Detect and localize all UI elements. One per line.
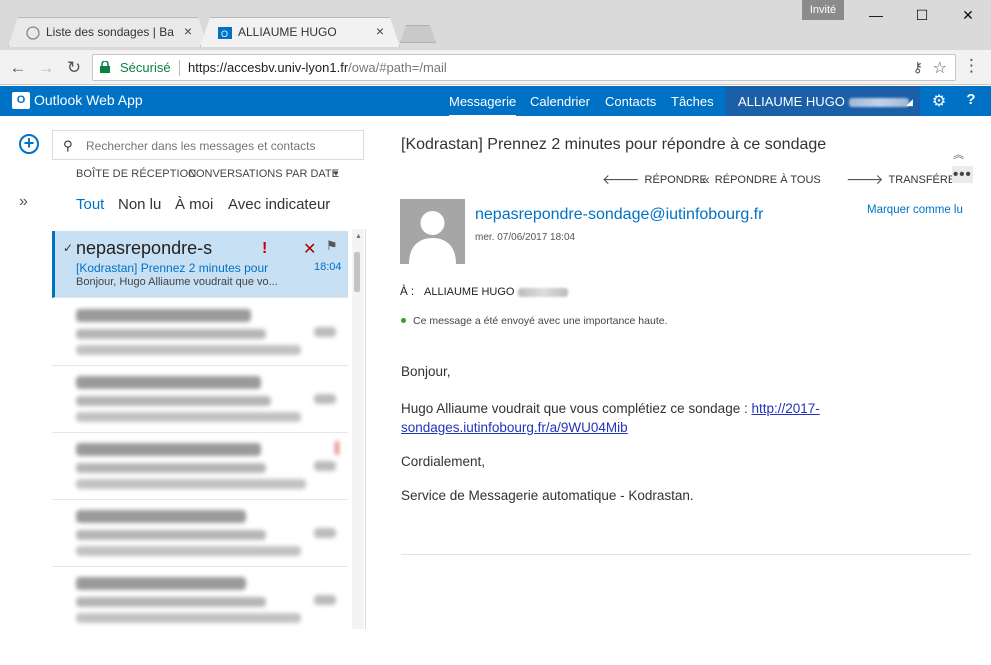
nav-calendar[interactable]: Calendrier [530, 94, 590, 109]
caret-icon: ◢ [906, 97, 913, 107]
app-name: Outlook Web App [34, 92, 143, 108]
reload-button[interactable]: ↻ [62, 56, 86, 80]
importance-dot-icon [401, 318, 406, 323]
body-regards: Cordialement, [401, 454, 486, 469]
list-item[interactable] [52, 500, 348, 567]
reply-button[interactable]: 🡐 RÉPONDRE [602, 171, 707, 188]
item-preview: Bonjour, Hugo Alliaume voudrait que vo..… [76, 276, 278, 288]
mark-read-link[interactable]: Marquer comme lu [867, 204, 963, 216]
menu-icon[interactable]: ⋮ [963, 56, 980, 76]
sender-email[interactable]: nepasrepondre-sondage@iutinfobourg.fr [475, 206, 763, 224]
browser-toolbar: ← → ↻ Sécurisé https://accesbv.univ-lyon… [0, 50, 991, 85]
close-tab-icon[interactable]: × [376, 23, 384, 39]
new-tab-button[interactable] [400, 25, 436, 43]
filter-to-me[interactable]: À moi [175, 196, 213, 213]
scroll-up-icon[interactable]: ▲ [355, 233, 362, 240]
message-list: ✓ nepasrepondre-s ! ✕ ⚑ [Kodrastan] Pren… [52, 229, 366, 629]
chevron-down-icon[interactable]: ▼ [332, 169, 340, 178]
message-subject: [Kodrastan] Prennez 2 minutes pour répon… [401, 136, 827, 153]
list-item[interactable] [52, 567, 348, 629]
sent-date: mer. 07/06/2017 18:04 [475, 232, 576, 243]
nav-contacts[interactable]: Contacts [605, 94, 656, 109]
forward-icon: 🡒 [846, 171, 884, 187]
delete-icon[interactable]: ✕ [303, 239, 316, 259]
tab-title: ALLIAUME HUGO [238, 25, 337, 39]
flag-icon[interactable]: ⚑ [326, 238, 338, 254]
minimize-button[interactable]: — [853, 0, 899, 30]
body-paragraph: Hugo Alliaume voudrait que vous compléti… [401, 401, 820, 435]
folder-label: BOÎTE DE RÉCEPTION [76, 168, 197, 180]
list-item[interactable] [52, 366, 348, 433]
more-actions-button[interactable]: ••• [952, 166, 973, 183]
search-input[interactable] [86, 139, 356, 153]
owa-header: O Outlook Web App Messagerie Calendrier … [0, 86, 991, 118]
reply-icon: 🡐 [602, 171, 640, 187]
scroll-thumb[interactable] [354, 252, 360, 292]
divider [179, 60, 180, 76]
reply-all-icon: « [702, 171, 710, 187]
outlook-logo-icon: O [12, 92, 30, 109]
nav-tasks[interactable]: Tâches [671, 94, 714, 109]
url-text[interactable]: https://accesbv.univ-lyon1.fr/owa/#path=… [188, 60, 447, 75]
collapse-header-icon[interactable]: ︽ [953, 146, 964, 162]
key-icon[interactable]: ⚷ [913, 59, 923, 76]
guest-profile-badge[interactable]: Invité [802, 0, 844, 20]
browser-tab-surveys[interactable]: Liste des sondages | Back × [8, 17, 208, 47]
outlook-icon: O [218, 27, 232, 39]
body-greeting: Bonjour, [401, 364, 451, 379]
help-icon[interactable]: ? [958, 91, 984, 108]
forward-button[interactable]: → [34, 56, 58, 80]
filter-unread[interactable]: Non lu [118, 196, 161, 213]
item-sender: nepasrepondre-s [76, 238, 213, 258]
list-item[interactable] [52, 299, 348, 366]
body-signature: Service de Messagerie automatique - Kodr… [401, 488, 694, 503]
lock-icon [100, 61, 110, 73]
search-box[interactable]: ⚲ [52, 130, 364, 160]
globe-icon [26, 26, 40, 40]
search-icon: ⚲ [63, 138, 73, 153]
divider [401, 554, 971, 555]
importance-note: Ce message a été envoyé avec une importa… [413, 315, 668, 327]
list-item[interactable] [52, 433, 348, 500]
user-name: ALLIAUME HUGO [738, 94, 909, 109]
close-tab-icon[interactable]: × [184, 23, 192, 39]
importance-icon: ! [262, 240, 268, 257]
person-icon [409, 211, 456, 264]
close-window-button[interactable]: ✕ [945, 0, 991, 30]
forward-button[interactable]: 🡒 TRANSFÉRER [846, 171, 963, 188]
reply-all-button[interactable]: «RÉPONDRE À TOUS [702, 171, 821, 187]
browser-tab-outlook[interactable]: O ALLIAUME HUGO × [200, 17, 400, 47]
recipient[interactable]: ALLIAUME HUGO [424, 286, 569, 298]
item-time: 18:04 [314, 261, 342, 273]
svg-text:O: O [221, 29, 228, 39]
to-label: À : [400, 286, 415, 298]
address-bar[interactable]: Sécurisé https://accesbv.univ-lyon1.fr/o… [92, 54, 956, 81]
new-message-button[interactable]: + [19, 134, 39, 154]
check-icon[interactable]: ✓ [63, 241, 73, 255]
gear-icon[interactable]: ⚙ [926, 91, 952, 111]
item-subject: [Kodrastan] Prennez 2 minutes pour [76, 261, 269, 275]
star-icon[interactable]: ☆ [933, 58, 947, 78]
maximize-button[interactable]: ☐ [899, 0, 945, 30]
security-label: Sécurisé [120, 60, 171, 75]
expand-folders-icon[interactable]: » [19, 193, 28, 211]
avatar [400, 199, 465, 264]
tab-title: Liste des sondages | Back [46, 25, 174, 39]
user-menu[interactable]: ALLIAUME HUGO ◢ [726, 86, 920, 116]
back-button[interactable]: ← [6, 56, 30, 80]
list-item[interactable]: ✓ nepasrepondre-s ! ✕ ⚑ [Kodrastan] Pren… [52, 231, 348, 298]
browser-titlebar: Liste des sondages | Back × O ALLIAUME H… [0, 0, 991, 50]
nav-mail[interactable]: Messagerie [449, 94, 517, 118]
filter-all[interactable]: Tout [76, 196, 104, 213]
sort-dropdown[interactable]: CONVERSATIONS PAR DATE [188, 168, 339, 180]
filter-flagged[interactable]: Avec indicateur [228, 196, 330, 213]
